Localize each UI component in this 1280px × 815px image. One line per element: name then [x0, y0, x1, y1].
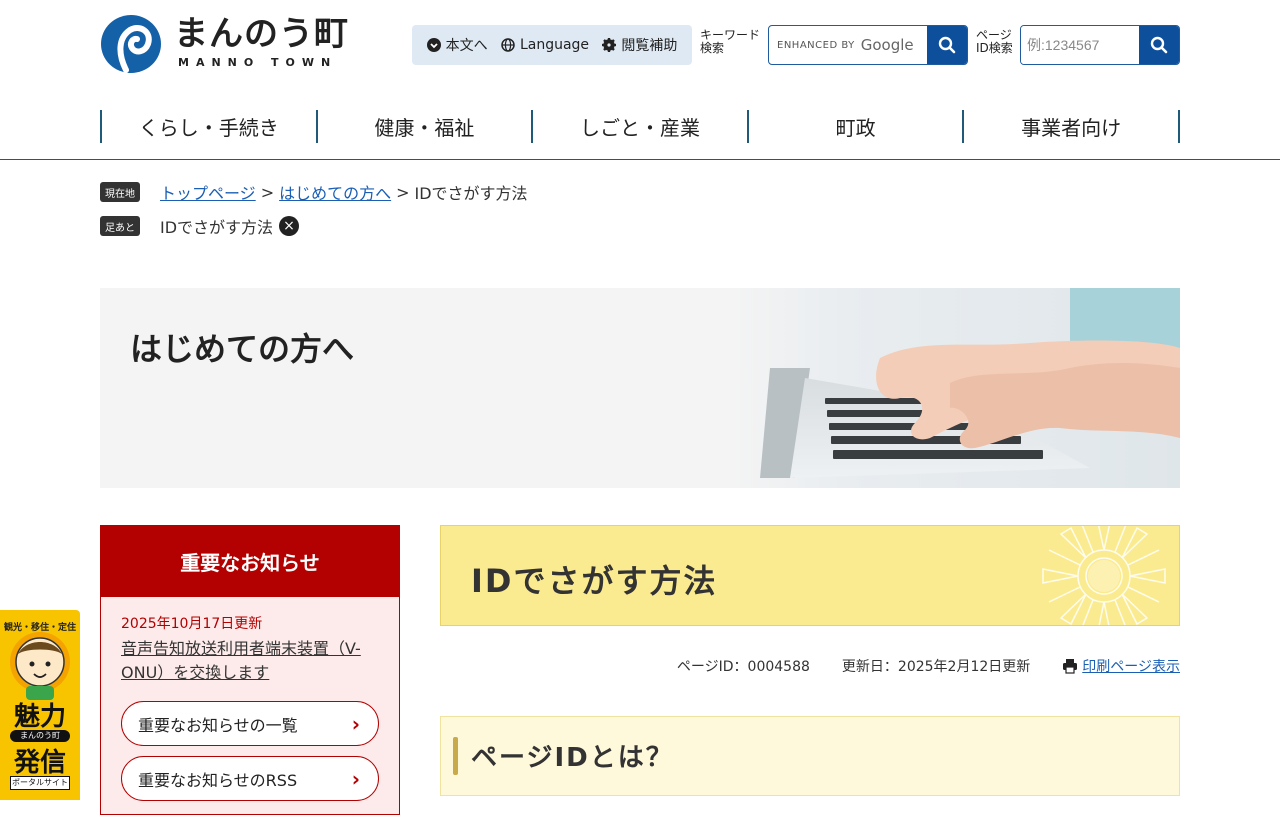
- banner-town-pill: まんのう町: [10, 730, 70, 742]
- laptop-typing-photo: [730, 288, 1180, 488]
- breadcrumb-separator: >: [396, 182, 410, 202]
- keyword-label-line2: 検索: [700, 41, 725, 55]
- search-icon: [938, 36, 956, 54]
- gnav-item-living[interactable]: くらし・手続き: [100, 110, 316, 143]
- site-header: まんのう町 MANNO TOWN 本文へ Language 閲覧補助 キーワード…: [0, 0, 1280, 160]
- id-label-line2: ID検索: [976, 41, 1013, 55]
- page-id-search-button[interactable]: [1139, 26, 1179, 64]
- attraction-portal-banner[interactable]: 観光・移住・定住 魅力 まんのう町 発信 ポータルサイト: [0, 610, 80, 800]
- banner-word-2: 発信: [13, 748, 66, 778]
- site-logo[interactable]: まんのう町 MANNO TOWN: [100, 14, 349, 76]
- notice-article-link[interactable]: 音声告知放送利用者端末装置（V-ONU）を交換します: [121, 637, 379, 685]
- globe-icon: [501, 38, 515, 52]
- google-wordmark: Google: [860, 36, 914, 54]
- skip-to-content-label: 本文へ: [445, 38, 488, 54]
- page-meta: ページID：0004588 更新日：2025年2月12日更新 印刷ページ表示: [440, 656, 1180, 676]
- notice-rss-label: 重要なお知らせのRSS: [138, 770, 298, 790]
- section-heading-box: ページIDとは？: [440, 716, 1180, 796]
- enhanced-by-text: ENHANCED BY: [777, 39, 855, 51]
- accessibility-link[interactable]: 閲覧補助: [602, 35, 677, 55]
- keyword-search-box: ENHANCED BY Google: [768, 25, 968, 65]
- language-link[interactable]: Language: [501, 37, 589, 53]
- banner-word-1: 魅力: [13, 702, 66, 732]
- notice-date: 2025年10月17日更新: [121, 616, 263, 632]
- breadcrumb-parent-link[interactable]: はじめての方へ: [279, 180, 391, 204]
- town-emblem-icon: [101, 15, 161, 73]
- keyword-search-label: キーワード 検索: [700, 29, 760, 55]
- logo-english-text: MANNO TOWN: [178, 56, 338, 69]
- sunflower-icon: [1042, 526, 1166, 625]
- accessibility-label: 閲覧補助: [621, 38, 678, 54]
- history-trail: 足あと IDでさがす方法 ×: [100, 214, 300, 238]
- page-title: IDでさがす方法: [471, 562, 718, 600]
- chevron-right-icon: ›: [351, 711, 360, 736]
- page-id-text: ページID：0004588: [676, 659, 810, 675]
- gnav-item-health[interactable]: 健康・福祉: [315, 110, 532, 143]
- page-id-input[interactable]: [1021, 26, 1139, 64]
- hero-title: はじめての方へ: [130, 330, 355, 368]
- utility-bar: 本文へ Language 閲覧補助: [412, 25, 692, 65]
- page-title-box: IDでさがす方法: [440, 525, 1180, 626]
- notice-heading: 重要なお知らせ: [101, 526, 399, 597]
- logo-japanese-text: まんのう町: [174, 14, 349, 54]
- history-item[interactable]: IDでさがす方法: [160, 214, 273, 238]
- heading-accent-bar: [453, 737, 458, 775]
- banner-portal-label: ポータルサイト: [10, 776, 70, 790]
- current-location-tag: 現在地: [100, 182, 140, 202]
- gear-icon: [602, 38, 617, 52]
- print-page-link[interactable]: 印刷ページ表示: [1062, 656, 1180, 676]
- updated-date-text: 更新日：2025年2月12日更新: [841, 659, 1031, 675]
- close-icon[interactable]: ×: [279, 216, 300, 236]
- printer-icon: [1063, 659, 1078, 674]
- breadcrumb: 現在地 トップページ > はじめての方へ > IDでさがす方法: [100, 180, 528, 204]
- gnav-item-government[interactable]: 町政: [746, 110, 963, 143]
- notice-list-label: 重要なお知らせの一覧: [138, 715, 298, 735]
- section-heading: ページIDとは？: [471, 743, 674, 773]
- keyword-search-input[interactable]: ENHANCED BY Google: [769, 26, 927, 64]
- important-notice-panel: 重要なお知らせ 2025年10月17日更新 音声告知放送利用者端末装置（V-ON…: [100, 525, 400, 815]
- skip-to-content-link[interactable]: 本文へ: [426, 35, 488, 55]
- notice-rss-button[interactable]: 重要なお知らせのRSS ›: [121, 756, 379, 801]
- page-id-search-label: ページ ID検索: [976, 29, 1013, 55]
- mascot-icon: [10, 632, 70, 700]
- breadcrumb-home-link[interactable]: トップページ: [160, 180, 256, 204]
- language-label: Language: [519, 37, 590, 53]
- gnav-item-work[interactable]: しごと・産業: [531, 110, 747, 143]
- gnav-item-business[interactable]: 事業者向け: [962, 110, 1180, 143]
- keyword-search-button[interactable]: [927, 26, 967, 64]
- notice-list-button[interactable]: 重要なお知らせの一覧 ›: [121, 701, 379, 746]
- history-tag: 足あと: [100, 216, 140, 236]
- global-navigation: くらし・手続き 健康・福祉 しごと・産業 町政 事業者向け: [100, 110, 1180, 143]
- chevron-right-icon: ›: [351, 766, 360, 791]
- chevron-down-circle-icon: [426, 38, 441, 52]
- search-icon: [1150, 36, 1168, 54]
- print-page-label: 印刷ページ表示: [1082, 659, 1180, 675]
- page-id-search-box: [1020, 25, 1180, 65]
- breadcrumb-current: IDでさがす方法: [414, 184, 528, 203]
- category-hero: はじめての方へ: [100, 288, 1180, 488]
- breadcrumb-separator: >: [260, 182, 275, 202]
